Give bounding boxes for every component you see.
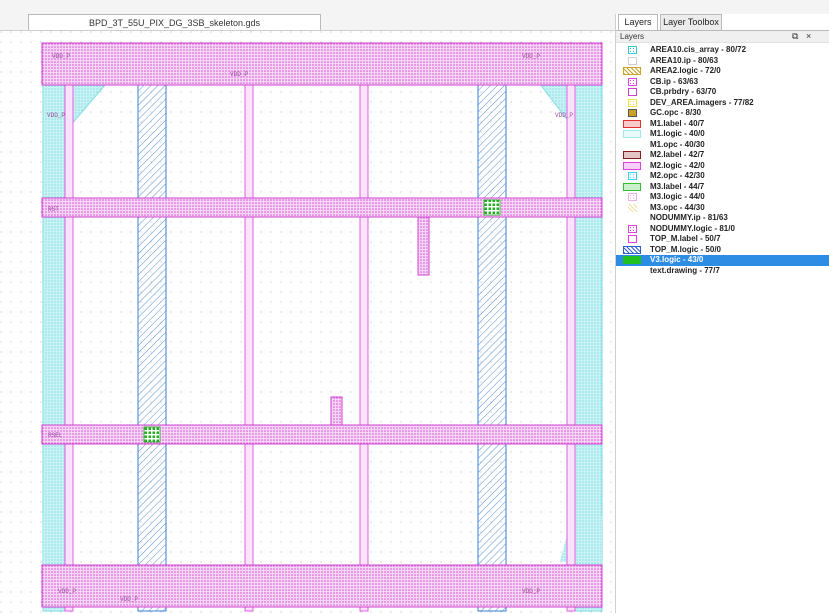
layer-name: M1.opc - 40/30 (650, 139, 705, 149)
layer-name: M2.opc - 42/30 (650, 171, 705, 180)
layer-row[interactable]: M3.opc - 44/30 (616, 203, 829, 214)
via-rst (483, 199, 501, 216)
layout-canvas[interactable]: VDD_P VDD_P VDD_P RST VDD_P RSEL VDD_P V… (0, 31, 614, 613)
layer-name: text.drawing - 77/7 (650, 265, 720, 275)
outline-swatch-icon[interactable] (628, 109, 637, 117)
layer-row[interactable]: DEV_AREA.imagers - 77/82 (616, 98, 829, 109)
layer-name: NODUMMY.logic - 81/0 (650, 223, 735, 233)
layer-row[interactable]: M2.label - 42/7 (616, 150, 829, 161)
tab-layer-toolbox[interactable]: Layer Toolbox (660, 14, 722, 30)
net-label-top-left: VDD_P (52, 53, 70, 60)
net-label-side-left: VDD_P (47, 112, 65, 119)
net-label-bottom-left: VDD_P (58, 588, 76, 595)
hatch-swatch-icon[interactable] (623, 245, 641, 254)
layer-row[interactable]: M3.label - 44/7 (616, 182, 829, 193)
layer-row[interactable]: M2.logic - 42/0 (616, 161, 829, 172)
layer-row[interactable]: M2.opc - 42/30 (616, 171, 829, 182)
layer-row[interactable]: CB.prbdry - 63/70 (616, 87, 829, 98)
layout-drawing[interactable]: VDD_P VDD_P VDD_P RST VDD_P RSEL VDD_P V… (0, 31, 614, 613)
outline-swatch-icon[interactable] (628, 56, 637, 65)
metal-rail-rsel (41, 424, 603, 445)
layer-row[interactable]: AREA2.logic - 72/0 (616, 66, 829, 77)
layer-name: AREA10.ip - 80/63 (650, 55, 719, 65)
layer-row[interactable]: TOP_M.logic - 50/0 (616, 245, 829, 256)
pattern-swatch-icon[interactable] (628, 193, 637, 201)
metal-vertical-center-right (359, 70, 369, 612)
top-metal-column-right (477, 70, 507, 612)
layer-name: M2.logic - 42/0 (650, 160, 705, 170)
layer-row[interactable]: M1.logic - 40/0 (616, 129, 829, 140)
panel-tabs: Layers Layer Toolbox (616, 14, 829, 30)
net-label-bottom-right: VDD_P (522, 588, 540, 595)
pattern-swatch-icon[interactable] (628, 224, 637, 233)
pattern-swatch-icon[interactable] (623, 182, 641, 191)
layer-row[interactable]: AREA10.cis_array - 80/72 (616, 45, 829, 56)
layer-name: TOP_M.logic - 50/0 (650, 244, 721, 254)
layer-row[interactable]: M1.opc - 40/30 (616, 140, 829, 151)
layer-name: M2.label - 42/7 (650, 150, 705, 159)
pattern-swatch-icon[interactable] (623, 151, 641, 159)
net-label-top-right: VDD_P (522, 53, 540, 60)
close-icon[interactable]: × (806, 30, 811, 42)
layer-row[interactable]: M3.logic - 44/0 (616, 192, 829, 203)
net-label-rst: RST (48, 206, 59, 213)
grid-background (0, 31, 614, 613)
net-label-side-right: VDD_P (555, 112, 573, 119)
layer-name: NODUMMY.ip - 81/63 (650, 213, 728, 222)
pattern-swatch-icon[interactable] (628, 88, 637, 96)
layer-row[interactable]: GC.opc - 8/30 (616, 108, 829, 119)
layer-list[interactable]: AREA10.cis_array - 80/72 AREA10.ip - 80/6… (616, 45, 829, 276)
float-icon[interactable]: ⧉ (792, 30, 798, 42)
pattern-swatch-icon[interactable] (623, 119, 641, 128)
layer-name: M3.opc - 44/30 (650, 202, 705, 212)
via-rsel (143, 426, 161, 443)
layers-panel: Layers Layer Toolbox Layers ⧉ × AREA10.c… (615, 14, 829, 613)
pattern-swatch-icon[interactable] (623, 130, 641, 138)
layer-name: CB.prbdry - 63/70 (650, 87, 717, 96)
net-label-bottom-mid: VDD_P (120, 596, 138, 603)
layer-name: M1.label - 40/7 (650, 118, 705, 128)
layer-row[interactable]: TOP_M.label - 50/7 (616, 234, 829, 245)
layer-row[interactable]: CB.ip - 63/63 (616, 77, 829, 88)
metal-vertical-center-left (244, 70, 254, 612)
pattern-swatch-icon[interactable] (628, 172, 637, 180)
layer-name: DEV_AREA.imagers - 77/82 (650, 97, 754, 107)
metal-rail-rst (41, 197, 603, 218)
layer-row[interactable]: text.drawing - 77/7 (616, 266, 829, 277)
metal-vertical-right-thin (566, 70, 576, 612)
layer-row[interactable]: NODUMMY.logic - 81/0 (616, 224, 829, 235)
hatch-swatch-icon[interactable] (623, 67, 641, 75)
pattern-swatch-icon[interactable] (628, 235, 637, 243)
layer-row[interactable]: AREA10.ip - 80/63 (616, 56, 829, 67)
metal-vertical-left-thin (64, 70, 74, 612)
pattern-swatch-icon[interactable] (623, 161, 641, 170)
layer-name: GC.opc - 8/30 (650, 108, 702, 117)
layer-row[interactable]: NODUMMY.ip - 81/63 (616, 213, 829, 224)
top-metal-column-left (137, 70, 167, 612)
metal-stub-upper (417, 216, 430, 276)
layer-name: AREA10.cis_array - 80/72 (650, 45, 747, 54)
layer-name: M3.label - 44/7 (650, 181, 705, 191)
layer-name: M3.logic - 44/0 (650, 192, 705, 201)
layer-name: AREA2.logic - 72/0 (650, 66, 721, 75)
hatch-swatch-icon[interactable] (628, 203, 637, 212)
layer-name: M1.logic - 40/0 (650, 129, 705, 138)
net-label-top-mid: VDD_P (230, 71, 248, 78)
layer-row[interactable]: V3.logic - 43/0 (616, 255, 829, 266)
metal-rail-top (41, 42, 603, 86)
layer-name: TOP_M.label - 50/7 (650, 234, 721, 243)
solid-swatch-icon[interactable] (623, 256, 641, 264)
pattern-swatch-icon[interactable] (628, 46, 637, 54)
metal-stub-lower (330, 396, 343, 426)
net-label-rsel: RSEL (48, 432, 63, 439)
document-tab[interactable]: BPD_3T_55U_PIX_DG_3SB_skeleton.gds (28, 14, 321, 30)
pattern-swatch-icon[interactable] (628, 98, 637, 107)
pattern-swatch-icon[interactable] (628, 77, 637, 86)
tab-layers[interactable]: Layers (618, 14, 658, 30)
layer-row[interactable]: M1.label - 40/7 (616, 119, 829, 130)
layer-name: V3.logic - 43/0 (650, 255, 704, 264)
layer-name: CB.ip - 63/63 (650, 76, 699, 86)
